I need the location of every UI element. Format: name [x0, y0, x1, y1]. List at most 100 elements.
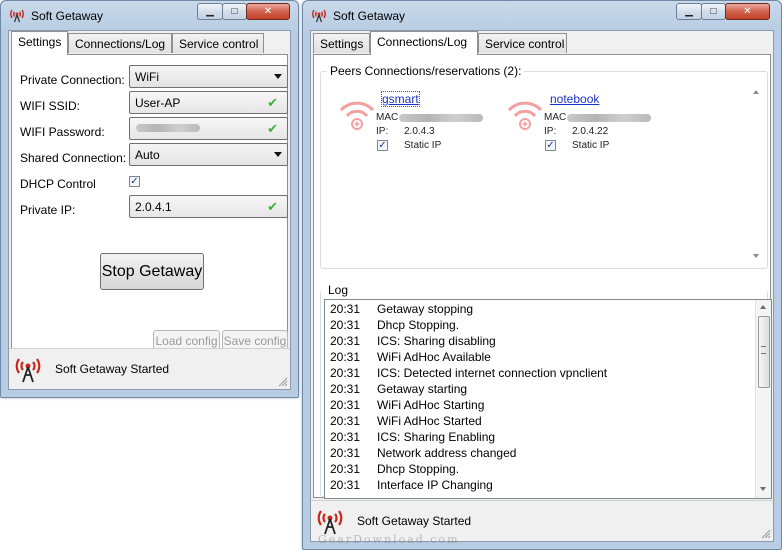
peers-title: Peers Connections/reservations (2): — [327, 64, 525, 78]
log-time: 20:31 — [330, 398, 361, 412]
log-time: 20:31 — [330, 446, 361, 460]
minimize-button[interactable]: ▁ — [676, 3, 702, 20]
wifi-password-input[interactable]: ✔ — [129, 117, 288, 140]
private-ip-input[interactable]: 2.0.4.1 ✔ — [129, 195, 288, 218]
minimize-icon: ▁ — [685, 6, 693, 17]
shared-connection-value: Auto — [135, 148, 160, 162]
wifi-peer-icon — [507, 101, 543, 130]
log-time: 20:31 — [330, 334, 361, 348]
peers-scroll-down-icon[interactable] — [753, 254, 759, 258]
peers-scroll-up-icon[interactable] — [753, 90, 759, 94]
stop-getaway-label: Stop Getaway — [101, 262, 203, 280]
close-icon: ✕ — [743, 6, 752, 17]
wifi-ssid-value: User-AP — [135, 96, 181, 110]
tab-connections-log[interactable]: Connections/Log — [68, 33, 172, 53]
private-ip-value: 2.0.4.1 — [135, 200, 172, 214]
peer-ip-label: IP: — [376, 126, 389, 137]
log-time: 20:31 — [330, 302, 361, 316]
maximize-button[interactable]: □ — [701, 3, 726, 20]
peer-static-checkbox[interactable]: ✓ — [377, 140, 388, 151]
tab-settings[interactable]: Settings — [11, 31, 68, 55]
antenna-status-icon — [317, 510, 343, 535]
log-message: WiFi AdHoc Started — [377, 414, 482, 428]
log-message: Interface IP Changing — [377, 478, 493, 492]
log-time: 20:31 — [330, 382, 361, 396]
peer-gsmart-link[interactable]: gsmart — [381, 91, 420, 107]
close-button[interactable]: ✕ — [246, 3, 290, 20]
valid-check-icon: ✔ — [267, 121, 278, 136]
dhcp-control-checkbox[interactable]: ✓ — [129, 176, 140, 187]
load-config-label: Load config — [155, 333, 218, 348]
peer-ip-value: 2.0.4.3 — [404, 126, 435, 137]
private-connection-value: WiFi — [135, 70, 159, 84]
resize-grip-icon[interactable] — [761, 529, 771, 539]
settings-page: Private Connection: WiFi WIFI SSID: User… — [11, 54, 288, 355]
valid-check-icon: ✔ — [267, 199, 278, 214]
minimize-button[interactable]: ▁ — [197, 3, 223, 20]
log-message: Dhcp Stopping. — [377, 462, 460, 476]
wifi-password-label: WIFI Password: — [20, 125, 105, 139]
log-time: 20:31 — [330, 430, 361, 444]
valid-check-icon: ✔ — [267, 95, 278, 110]
wifi-ssid-input[interactable]: User-AP ✔ — [129, 91, 288, 114]
tab-label: Service control — [179, 37, 259, 51]
log-scroll-up-icon[interactable] — [760, 305, 766, 309]
tab-label: Connections/Log — [75, 37, 166, 51]
private-ip-label: Private IP: — [20, 203, 76, 217]
log-time: 20:31 — [330, 366, 361, 380]
log-message: Getaway stopping — [377, 302, 474, 316]
dhcp-control-label: DHCP Control — [20, 177, 96, 191]
private-connection-select[interactable]: WiFi — [129, 65, 288, 88]
antenna-status-icon — [15, 358, 41, 383]
log-message: Getaway starting — [377, 382, 468, 396]
peer-static-label: Static IP — [572, 140, 610, 151]
peer-static-label: Static IP — [404, 140, 442, 151]
log-time: 20:31 — [330, 462, 361, 476]
shared-connection-label: Shared Connection: — [20, 151, 127, 165]
tab-service-control[interactable]: Service control — [172, 33, 264, 53]
tab-service-control[interactable]: Service control — [478, 33, 567, 53]
peer-mac-label: MAC — [376, 112, 399, 123]
app-antenna-icon — [10, 9, 24, 23]
left-status-text: Soft Getaway Started — [55, 362, 170, 376]
scroll-grip-icon — [761, 346, 766, 354]
right-titlebar[interactable]: Soft Getaway ▁ □ ✕ — [303, 1, 781, 29]
tab-connections-log[interactable]: Connections/Log — [370, 31, 478, 55]
right-window: Soft Getaway ▁ □ ✕ Settings Connections/… — [302, 0, 782, 550]
save-config-label: Save config — [223, 333, 287, 348]
log-message: ICS: Sharing Enabling — [377, 430, 496, 444]
log-time: 20:31 — [330, 350, 361, 364]
log-scroll-down-icon[interactable] — [760, 487, 766, 491]
peers-group: Peers Connections/reservations (2): gsma… — [320, 64, 768, 269]
close-icon: ✕ — [263, 6, 273, 17]
maximize-icon: □ — [710, 6, 717, 17]
maximize-icon: □ — [231, 6, 238, 17]
left-window-title: Soft Getaway — [31, 9, 104, 23]
log-scrollbar[interactable] — [755, 300, 771, 498]
maximize-button[interactable]: □ — [222, 3, 247, 20]
tab-label: Settings — [320, 37, 364, 51]
connections-log-page: Peers Connections/reservations (2): gsma… — [313, 54, 772, 499]
blurred-password — [136, 124, 200, 132]
tab-settings[interactable]: Settings — [313, 33, 370, 53]
peer-ip-label: IP: — [544, 126, 557, 137]
chevron-down-icon — [274, 74, 282, 79]
left-client-area: Settings Connections/Log Service control… — [8, 30, 291, 390]
resize-grip-icon[interactable] — [278, 377, 288, 387]
log-time: 20:31 — [330, 478, 361, 492]
right-status-text: Soft Getaway Started — [357, 514, 472, 528]
blurred-mac — [399, 114, 483, 122]
log-time: 20:31 — [330, 414, 361, 428]
peer-notebook-link[interactable]: notebook — [550, 92, 599, 106]
shared-connection-select[interactable]: Auto — [129, 143, 288, 166]
log-message: WiFi AdHoc Starting — [377, 398, 485, 412]
right-client-area: Settings Connections/Log Service control… — [310, 30, 774, 542]
left-titlebar[interactable]: Soft Getaway ▁ □ ✕ — [1, 1, 298, 29]
log-message: Dhcp Stopping. — [377, 318, 460, 332]
left-status-bar: Soft Getaway Started — [9, 348, 290, 389]
stop-getaway-button[interactable]: Stop Getaway — [100, 253, 204, 290]
peer-static-checkbox[interactable]: ✓ — [545, 140, 556, 151]
log-list[interactable]: 20:31 Getaway stopping 20:31 Dhcp Stopping.… — [324, 299, 772, 499]
log-time: 20:31 — [330, 318, 361, 332]
close-button[interactable]: ✕ — [725, 3, 770, 20]
